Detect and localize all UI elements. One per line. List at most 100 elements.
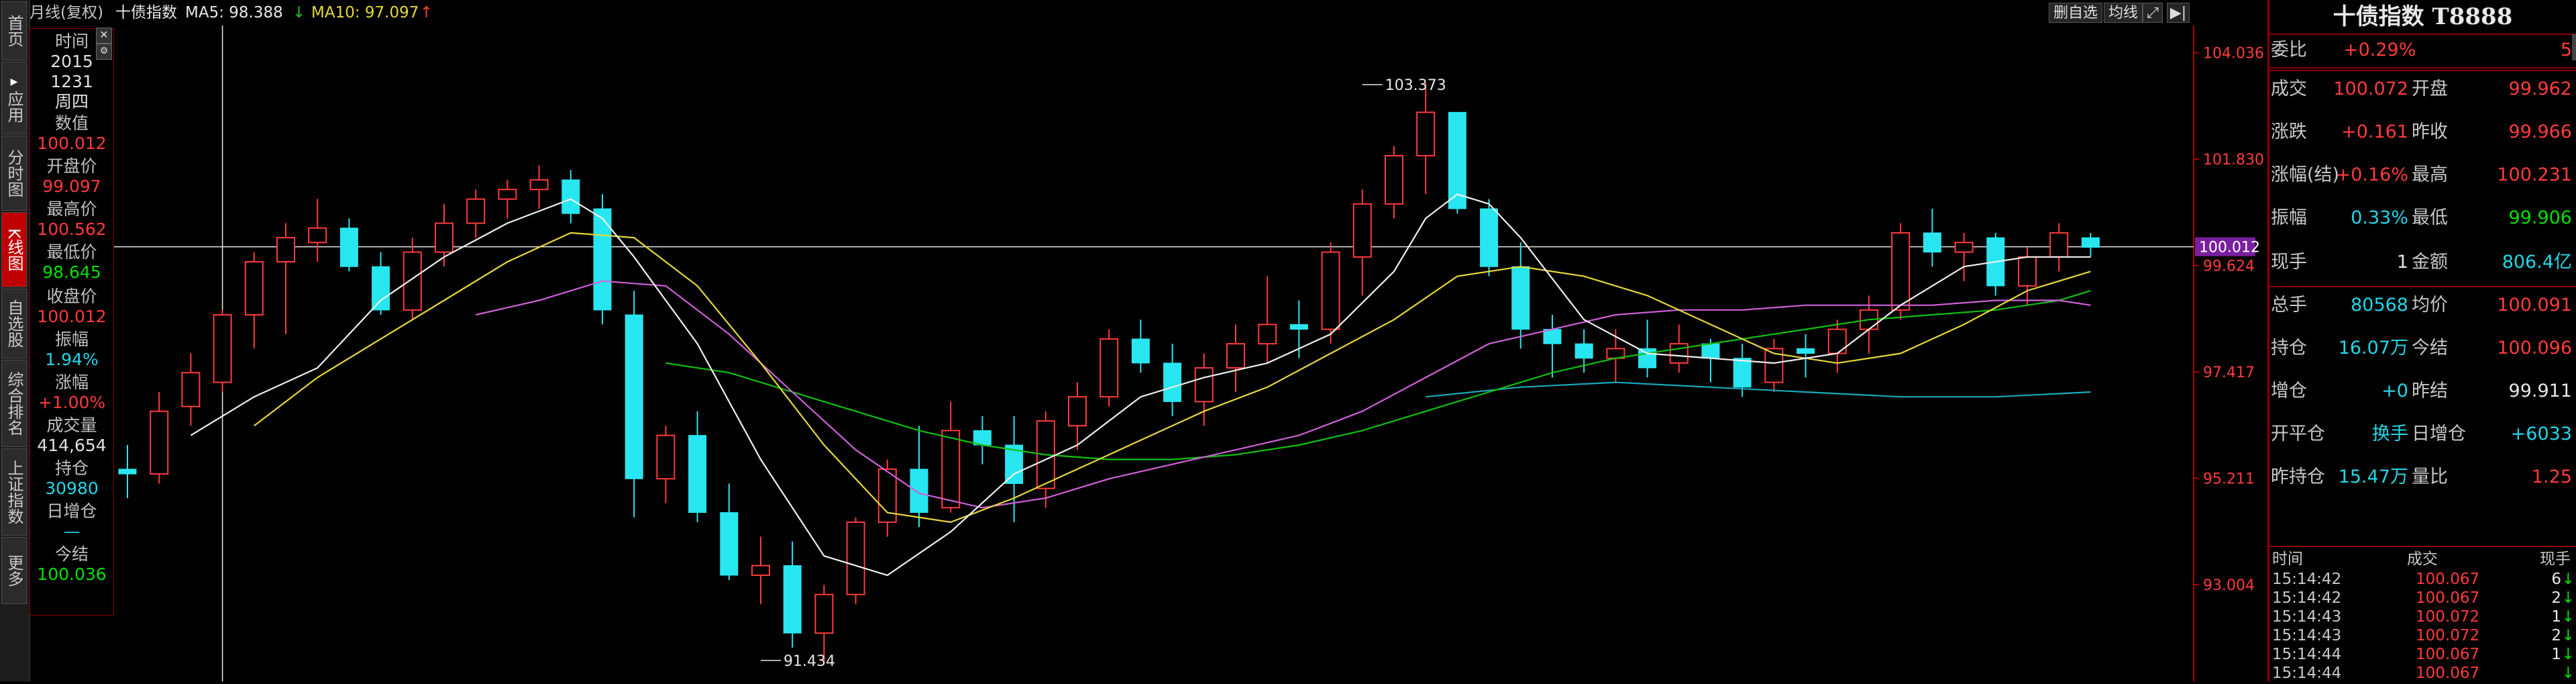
kline-chart[interactable]: 104.036 101.830 99.624 97.417 95.211 93.004 10… bbox=[114, 26, 2267, 681]
y-tick-label: 97.417 bbox=[2203, 364, 2255, 381]
time-label: 时间 bbox=[54, 32, 89, 51]
candle-body bbox=[1891, 232, 1911, 311]
quote-value: 16.07万 bbox=[2338, 338, 2408, 358]
candle-body bbox=[1131, 338, 1150, 364]
amplitude-label: 振幅 bbox=[54, 330, 89, 349]
quote-value: 99.966 bbox=[2508, 121, 2572, 142]
candle-body bbox=[1099, 338, 1119, 398]
candle-body bbox=[846, 521, 865, 595]
quote-label: 昨收 bbox=[2412, 121, 2448, 142]
nav-home[interactable]: 首页 bbox=[1, 1, 27, 60]
high-label: 最高价 bbox=[46, 199, 97, 219]
date-value: 1231 bbox=[50, 72, 93, 91]
candle-body bbox=[150, 410, 169, 475]
tick-price: 100.067 bbox=[2416, 571, 2480, 588]
candle-body bbox=[244, 261, 264, 316]
quote-label: 振幅 bbox=[2271, 207, 2307, 228]
y-tick-label: 104.036 bbox=[2203, 46, 2264, 62]
settle-value: 100.036 bbox=[37, 565, 107, 584]
tick-price: 100.067 bbox=[2416, 646, 2480, 663]
candle-body bbox=[910, 469, 928, 514]
change-value: +1.00% bbox=[38, 393, 106, 412]
high-value: 100.562 bbox=[37, 219, 107, 239]
candle-body bbox=[276, 237, 295, 263]
candle-body bbox=[1733, 358, 1752, 388]
candle-body bbox=[1954, 242, 1974, 253]
daily-oi-label: 日增仓 bbox=[46, 501, 97, 521]
candle-body bbox=[1543, 329, 1562, 344]
nav-kline-label: K线图 bbox=[5, 228, 23, 271]
nav-watchlist[interactable]: 自选股 bbox=[1, 289, 27, 358]
current-price-label: 100.012 bbox=[2199, 240, 2260, 256]
candle-body bbox=[372, 266, 390, 311]
ma5-arrow: ↓ bbox=[292, 4, 306, 21]
oi-value: 30980 bbox=[45, 479, 99, 498]
open-value: 99.097 bbox=[42, 177, 101, 196]
candle-body bbox=[118, 469, 137, 475]
candle-body bbox=[973, 430, 991, 446]
nav-apps[interactable]: ▶ 应用 bbox=[1, 62, 27, 134]
down-arrow-icon: ↓ bbox=[2561, 665, 2575, 682]
min-annotation-label: 91.434 bbox=[784, 653, 835, 670]
candle-body bbox=[2081, 237, 2100, 248]
ma10-arrow: ↑ bbox=[420, 4, 433, 21]
candle-body bbox=[1226, 343, 1245, 369]
volume-label: 成交量 bbox=[46, 416, 97, 435]
quote-label: 金额 bbox=[2412, 252, 2448, 273]
candle-body bbox=[402, 251, 422, 311]
quote-value: 1 bbox=[2396, 252, 2408, 273]
candle-body bbox=[435, 222, 453, 253]
candle-body bbox=[720, 512, 739, 576]
candle-body bbox=[1321, 251, 1340, 330]
ticks-header-time: 时间 bbox=[2272, 550, 2303, 568]
quote-value: 99.911 bbox=[2508, 381, 2572, 401]
skip-end-icon[interactable]: ▶| bbox=[2167, 3, 2190, 23]
candle-body bbox=[2018, 256, 2037, 287]
quote-label: 开盘 bbox=[2412, 79, 2448, 99]
down-arrow-icon: ↓ bbox=[2561, 627, 2575, 644]
expand-icon[interactable]: ⤢ bbox=[2143, 3, 2163, 23]
value-label: 数值 bbox=[54, 113, 89, 133]
nav-ranking[interactable]: 综合排名 bbox=[1, 360, 27, 447]
tick-volume: 6 bbox=[2551, 571, 2561, 588]
delete-watchlist-button[interactable]: 删自选 bbox=[2049, 3, 2103, 23]
scrollbar[interactable] bbox=[2572, 34, 2576, 60]
candle-body bbox=[814, 593, 834, 634]
quote-value: 806.4亿 bbox=[2502, 252, 2572, 273]
quote-label: 最低 bbox=[2412, 207, 2448, 228]
nav-sh-index-label: 上证指数 bbox=[5, 460, 23, 524]
separator bbox=[2269, 70, 2576, 71]
ma10-label: MA10: 97.097 bbox=[311, 4, 419, 21]
candle-body bbox=[213, 314, 232, 383]
tick-time: 15:14:44 bbox=[2272, 665, 2342, 682]
nav-kline[interactable]: K线图 bbox=[1, 212, 27, 287]
nav-sh-index[interactable]: 上证指数 bbox=[1, 448, 27, 536]
candle-body bbox=[751, 565, 770, 576]
candle-body bbox=[466, 198, 486, 224]
app: 首页 ▶ 应用 分时图 K线图 自选股 综合排名 上证指数 更多 月线(复权) 十… bbox=[0, 0, 2576, 682]
period-label[interactable]: 月线(复权) bbox=[30, 0, 103, 26]
candle-body bbox=[181, 372, 201, 407]
candle-body bbox=[561, 179, 580, 214]
quote-label: 开平仓 bbox=[2271, 424, 2325, 444]
candle-body bbox=[656, 434, 676, 480]
nav-intraday[interactable]: 分时图 bbox=[1, 136, 27, 211]
nav-watchlist-label: 自选股 bbox=[5, 299, 23, 348]
ma5-line bbox=[190, 193, 2091, 577]
y-tick-label: 93.004 bbox=[2203, 577, 2255, 594]
ma-button[interactable]: 均线 bbox=[2104, 3, 2143, 23]
tick-price: 100.067 bbox=[2416, 589, 2480, 607]
quote-value: +6033 bbox=[2510, 424, 2572, 444]
candle-body bbox=[308, 227, 327, 244]
tick-time: 15:14:42 bbox=[2272, 571, 2342, 588]
quote-label: 成交 bbox=[2271, 79, 2307, 99]
nav-more[interactable]: 更多 bbox=[1, 537, 27, 604]
play-icon: ▶ bbox=[10, 77, 18, 87]
candle-body bbox=[1480, 208, 1499, 267]
down-arrow-icon: ↓ bbox=[2561, 571, 2575, 588]
kline-chart-svg[interactable]: 104.036 101.830 99.624 97.417 95.211 93.004 10… bbox=[114, 26, 2267, 681]
volume-value: 414,654 bbox=[37, 436, 107, 455]
ticks-header-vol: 现手 bbox=[2540, 550, 2571, 568]
y-tick-label: 99.624 bbox=[2203, 258, 2255, 275]
tick-volume: 1 bbox=[2551, 608, 2561, 626]
